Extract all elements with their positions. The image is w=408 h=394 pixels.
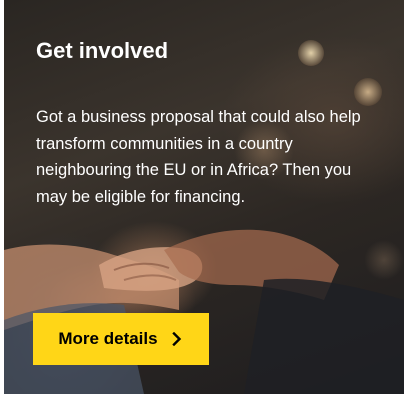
card-description: Got a business proposal that could also … <box>36 108 361 206</box>
more-details-button[interactable]: More details <box>33 313 209 365</box>
more-details-label: More details <box>58 329 158 348</box>
card-title: Get involved <box>36 38 169 63</box>
chevron-right-icon <box>171 332 184 346</box>
